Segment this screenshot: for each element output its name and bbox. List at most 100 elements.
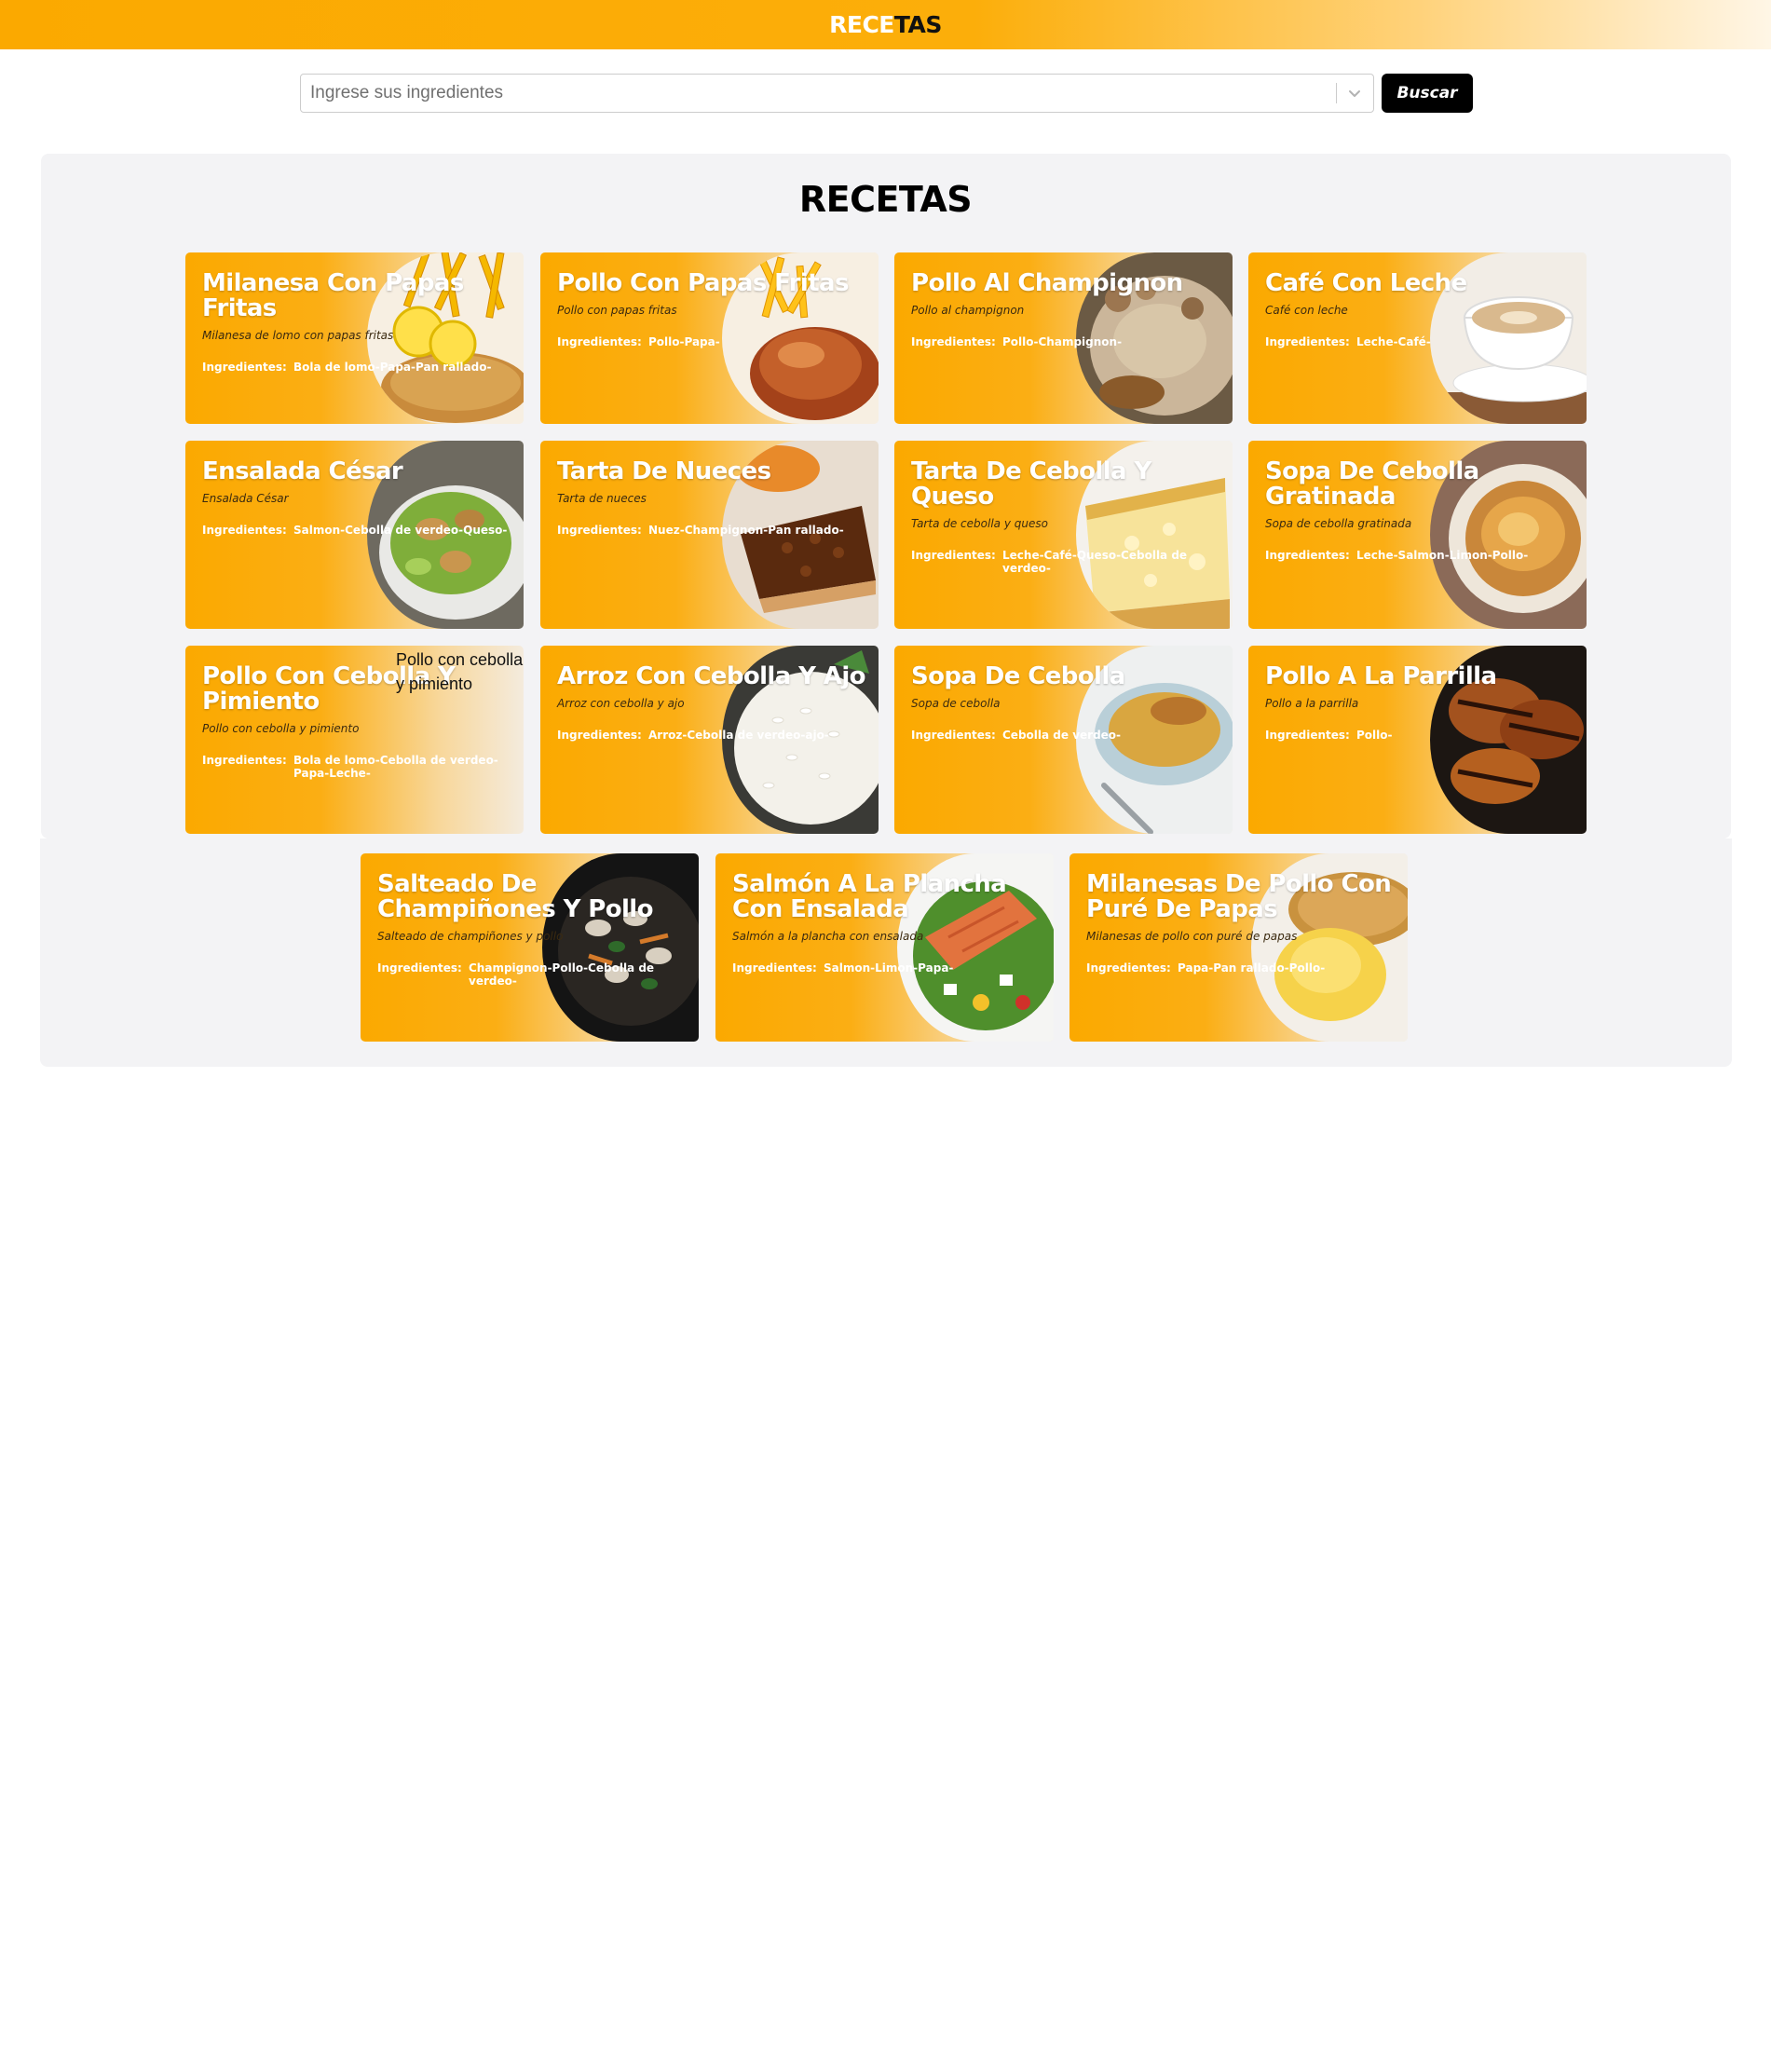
recipe-card[interactable]: Tarta De Cebolla Y Queso Tarta de ceboll… xyxy=(894,441,1233,629)
recipe-title: Sopa De Cebolla xyxy=(911,662,1125,690)
ingredients-label: Ingredientes: xyxy=(911,729,996,742)
recipe-title: Sopa De Cebolla Gratinada xyxy=(1265,457,1479,511)
recipe-card[interactable]: Pollo Al Champignon Pollo al champignon … xyxy=(894,252,1233,424)
recipe-description: Salteado de champiñones y pollo xyxy=(377,930,564,943)
recipe-card[interactable]: Salmón A La Plancha Con Ensalada Salmón … xyxy=(715,853,1054,1042)
recipe-ingredients: Ingredientes: Leche-Café-Queso-Cebolla de… xyxy=(911,549,1223,575)
logo-part-2: TAS xyxy=(893,11,942,38)
recipe-card-body: Milanesas De Pollo Con Puré De Papas Mil… xyxy=(1086,872,1398,975)
recipe-card-body: Tarta De Nueces Tarta de nueces Ingredie… xyxy=(557,457,869,538)
recipe-title: Café Con Leche xyxy=(1265,269,1467,297)
recipe-title: Pollo A La Parrilla xyxy=(1265,662,1497,690)
search-button[interactable]: Buscar xyxy=(1382,74,1473,113)
ingredients-label: Ingredientes: xyxy=(557,524,642,537)
recipe-description: Café con leche xyxy=(1265,304,1348,317)
recipe-card-body: Milanesa Con Papas Fritas Milanesa de lo… xyxy=(202,269,514,375)
indicator-separator xyxy=(1336,83,1337,103)
ingredients-value: Leche-Café- xyxy=(1356,335,1431,348)
recipe-title: Salmón A La Plancha Con Ensalada xyxy=(732,870,1007,923)
recipe-card[interactable]: Arroz Con Cebolla Y Ajo Arroz con ceboll… xyxy=(540,646,879,834)
recipe-title: Tarta De Nueces xyxy=(557,457,771,485)
recipe-card[interactable]: Sopa De Cebolla Sopa de cebolla Ingredie… xyxy=(894,646,1233,834)
recipe-title: Tarta De Cebolla Y Queso xyxy=(911,457,1151,511)
recipe-description: Sopa de cebolla xyxy=(911,697,1001,710)
ingredients-label: Ingredientes: xyxy=(1086,961,1171,975)
recipe-ingredients: Ingredientes: Bola de lomo-Papa-Pan ralla… xyxy=(202,361,514,374)
ingredients-value: Cebolla de verdeo- xyxy=(1002,729,1122,742)
recipe-description: Pollo con cebolla y pimiento xyxy=(202,722,360,735)
ingredients-value: Papa-Pan rallado-Pollo- xyxy=(1178,961,1326,975)
recipe-description: Tarta de cebolla y queso xyxy=(911,517,1048,530)
ingredients-value: Nuez-Champignon-Pan rallado- xyxy=(648,524,844,537)
ingredients-label: Ingredientes: xyxy=(557,729,642,742)
recipe-card[interactable]: Salteado De Champiñones Y Pollo Salteado… xyxy=(361,853,699,1042)
recipe-description: Sopa de cebolla gratinada xyxy=(1265,517,1412,530)
select-indicators xyxy=(1336,75,1364,112)
recipe-card-body: Tarta De Cebolla Y Queso Tarta de ceboll… xyxy=(911,457,1223,576)
ingredients-select[interactable]: Ingrese sus ingredientes xyxy=(300,74,1374,113)
recipe-description: Tarta de nueces xyxy=(557,492,647,505)
recipe-card-body: Sopa De Cebolla Sopa de cebolla Ingredie… xyxy=(911,662,1223,743)
ingredients-value: Arroz-Cebolla de verdeo-ajo- xyxy=(648,729,829,742)
chevron-down-icon[interactable] xyxy=(1345,84,1364,102)
ingredients-value: Bola de lomo-Papa-Pan rallado- xyxy=(293,361,492,374)
recipe-card[interactable]: Ensalada César Ensalada César Ingredient… xyxy=(185,441,524,629)
ingredients-label: Ingredientes: xyxy=(202,524,287,537)
recipe-title: Milanesas De Pollo Con Puré De Papas xyxy=(1086,870,1392,923)
recipe-card[interactable]: Milanesas De Pollo Con Puré De Papas Mil… xyxy=(1069,853,1408,1042)
broken-image-alt-text: Pollo con cebolla y pimiento xyxy=(396,650,524,693)
recipe-card[interactable]: Pollo Con Papas Fritas Pollo con papas f… xyxy=(540,252,879,424)
recipe-ingredients: Ingredientes: Pollo-Papa- xyxy=(557,335,869,348)
ingredients-label: Ingredientes: xyxy=(732,961,817,975)
recipe-title: Milanesa Con Papas Fritas xyxy=(202,269,464,322)
ingredients-value: Pollo-Papa- xyxy=(648,335,720,348)
recipe-ingredients: Ingredientes: Champignon-Pollo-Cebolla de… xyxy=(377,961,689,988)
recipe-card-body: Sopa De Cebolla Gratinada Sopa de ceboll… xyxy=(1265,457,1577,563)
recipe-description: Pollo con papas fritas xyxy=(557,304,677,317)
logo-part-1: RECE xyxy=(829,11,894,38)
ingredients-label: Ingredientes: xyxy=(202,754,287,767)
ingredients-label: Ingredientes: xyxy=(557,335,642,348)
recipe-ingredients: Ingredientes: Cebolla de verdeo- xyxy=(911,729,1223,742)
recipe-card-body: Salmón A La Plancha Con Ensalada Salmón … xyxy=(732,872,1044,975)
ingredients-value: Leche-Café-Queso-Cebolla de verdeo- xyxy=(1002,549,1188,575)
ingredients-select-placeholder: Ingrese sus ingredientes xyxy=(310,83,504,102)
search-bar: Ingrese sus ingredientes Buscar xyxy=(300,74,1473,113)
ingredients-label: Ingredientes: xyxy=(911,335,996,348)
ingredients-label: Ingredientes: xyxy=(911,549,996,562)
recipe-ingredients: Ingredientes: Arroz-Cebolla de verdeo-ajo… xyxy=(557,729,869,742)
ingredients-label: Ingredientes: xyxy=(1265,335,1350,348)
ingredients-label: Ingredientes: xyxy=(377,961,462,975)
ingredients-value: Pollo-Champignon- xyxy=(1002,335,1123,348)
recipe-description: Pollo al champignon xyxy=(911,304,1025,317)
ingredients-value: Champignon-Pollo-Cebolla de verdeo- xyxy=(469,961,655,988)
recipe-ingredients: Ingredientes: Bola de lomo-Cebolla de ver… xyxy=(202,754,514,780)
recipe-ingredients: Ingredientes: Pollo-Champignon- xyxy=(911,335,1223,348)
recipe-title: Salteado De Champiñones Y Pollo xyxy=(377,870,653,923)
ingredients-label: Ingredientes: xyxy=(1265,729,1350,742)
recipe-card-body: Salteado De Champiñones Y Pollo Salteado… xyxy=(377,872,689,988)
section-title: RECETAS xyxy=(798,179,973,220)
recipe-description: Arroz con cebolla y ajo xyxy=(557,697,685,710)
recipe-description: Milanesa de lomo con papas fritas xyxy=(202,329,394,342)
recipe-description: Milanesas de pollo con puré de papas xyxy=(1086,930,1298,943)
recipe-title: Ensalada César xyxy=(202,457,403,485)
recipe-card-body: Ensalada César Ensalada César Ingredient… xyxy=(202,457,514,538)
ingredients-value: Leche-Salmon-Limon-Pollo- xyxy=(1356,549,1529,562)
recipe-ingredients: Ingredientes: Nuez-Champignon-Pan rallado… xyxy=(557,524,869,537)
recipe-card[interactable]: Tarta De Nueces Tarta de nueces Ingredie… xyxy=(540,441,879,629)
recipe-card[interactable]: Pollo A La Parrilla Pollo a la parrilla … xyxy=(1248,646,1587,834)
recipe-card[interactable]: Milanesa Con Papas Fritas Milanesa de lo… xyxy=(185,252,524,424)
recipe-description: Salmón a la plancha con ensalada xyxy=(732,930,924,943)
recipe-card-body: Pollo Con Papas Fritas Pollo con papas f… xyxy=(557,271,869,349)
recipe-card[interactable]: Café Con Leche Café con leche Ingredient… xyxy=(1248,252,1587,424)
ingredients-value: Pollo- xyxy=(1356,729,1393,742)
site-logo[interactable]: RECETAS xyxy=(829,11,942,38)
recipe-ingredients: Ingredientes: Salmon-Cebolla de verdeo-Qu… xyxy=(202,524,514,537)
ingredients-value: Salmon-Cebolla de verdeo-Queso- xyxy=(293,524,508,537)
recipe-ingredients: Ingredientes: Leche-Café- xyxy=(1265,335,1577,348)
recipe-card[interactable]: Sopa De Cebolla Gratinada Sopa de ceboll… xyxy=(1248,441,1587,629)
recipe-ingredients: Ingredientes: Salmon-Limon-Papa- xyxy=(732,961,1044,975)
recipe-ingredients: Ingredientes: Leche-Salmon-Limon-Pollo- xyxy=(1265,549,1577,562)
recipe-ingredients: Ingredientes: Pollo- xyxy=(1265,729,1577,742)
